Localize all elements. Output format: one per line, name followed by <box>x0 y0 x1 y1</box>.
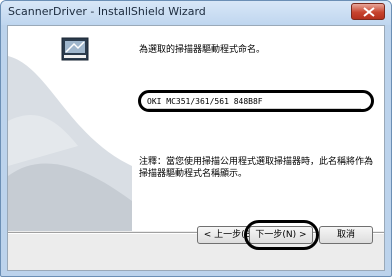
wizard-banner <box>8 26 132 231</box>
next-button-highlight <box>244 220 319 250</box>
name-prompt: 為選取的掃描器驅動程式命名。 <box>139 45 266 55</box>
close-icon <box>363 7 375 17</box>
title-bar: ScannerDriver - InstallShield Wizard <box>1 1 391 25</box>
installshield-window: ScannerDriver - InstallShield Wizard 為選取… <box>0 0 392 277</box>
banner-artwork <box>8 37 132 231</box>
scanner-name-highlight: OKI MC351/361/561 848B8F <box>138 90 374 112</box>
window-title: ScannerDriver - InstallShield Wizard <box>8 5 206 18</box>
note-text: 注釋：當您使用掃描公用程式選取掃描器時，此名稱將作為掃描器驅動程式名稱顯示。 <box>139 157 374 179</box>
wizard-content: 為選取的掃描器驅動程式命名。 OKI MC351/361/561 848B8F … <box>132 26 384 231</box>
scanner-installer-icon <box>61 37 89 61</box>
close-button[interactable] <box>351 3 385 20</box>
scanner-name-field[interactable]: OKI MC351/361/561 848B8F <box>147 96 361 109</box>
cancel-button[interactable]: 取消 <box>319 226 373 244</box>
